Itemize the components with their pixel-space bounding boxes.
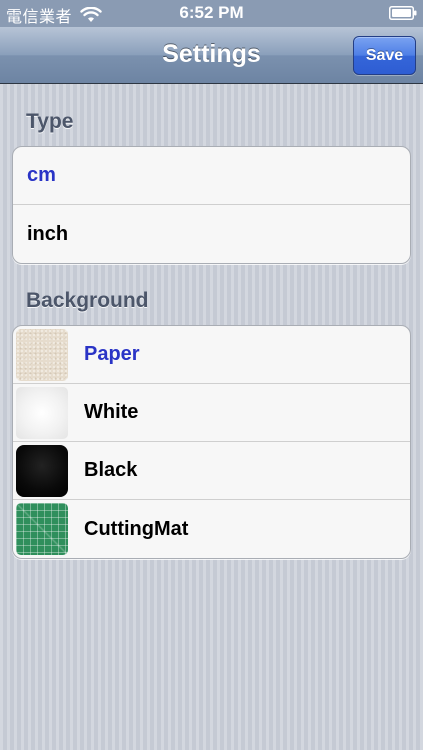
background-option-label: Paper: [84, 343, 140, 365]
background-option-label: CuttingMat: [84, 517, 189, 540]
carrier-name: 電信業者: [6, 9, 73, 26]
paper-thumbnail: [16, 328, 68, 381]
type-option-inch[interactable]: inch: [13, 205, 410, 263]
background-option-label: Black: [84, 459, 138, 481]
save-button[interactable]: Save: [353, 36, 416, 75]
type-section-header: Type: [26, 110, 74, 133]
cutting-mat-thumbnail: [16, 503, 68, 555]
wifi-icon: [80, 7, 102, 22]
black-thumbnail: [16, 444, 68, 497]
background-group: Paper White Black CuttingMat: [12, 325, 411, 559]
type-option-cm[interactable]: cm: [13, 147, 410, 205]
background-option-label: White: [84, 401, 139, 423]
white-thumbnail: [16, 386, 68, 439]
background-option-black[interactable]: Black: [13, 442, 410, 500]
background-option-cutting-mat[interactable]: CuttingMat: [13, 500, 410, 558]
background-option-white[interactable]: White: [13, 384, 410, 442]
status-left: 電信業者: [6, 3, 102, 27]
navigation-bar: Settings Save: [0, 27, 423, 84]
type-group: cm inch: [12, 146, 411, 264]
type-option-label: inch: [27, 222, 69, 245]
type-option-label: cm: [27, 164, 56, 186]
battery-icon: [389, 6, 417, 20]
background-section-header: Background: [26, 289, 149, 312]
background-option-paper[interactable]: Paper: [13, 326, 410, 384]
status-bar: 電信業者 6:52 PM: [0, 0, 423, 27]
